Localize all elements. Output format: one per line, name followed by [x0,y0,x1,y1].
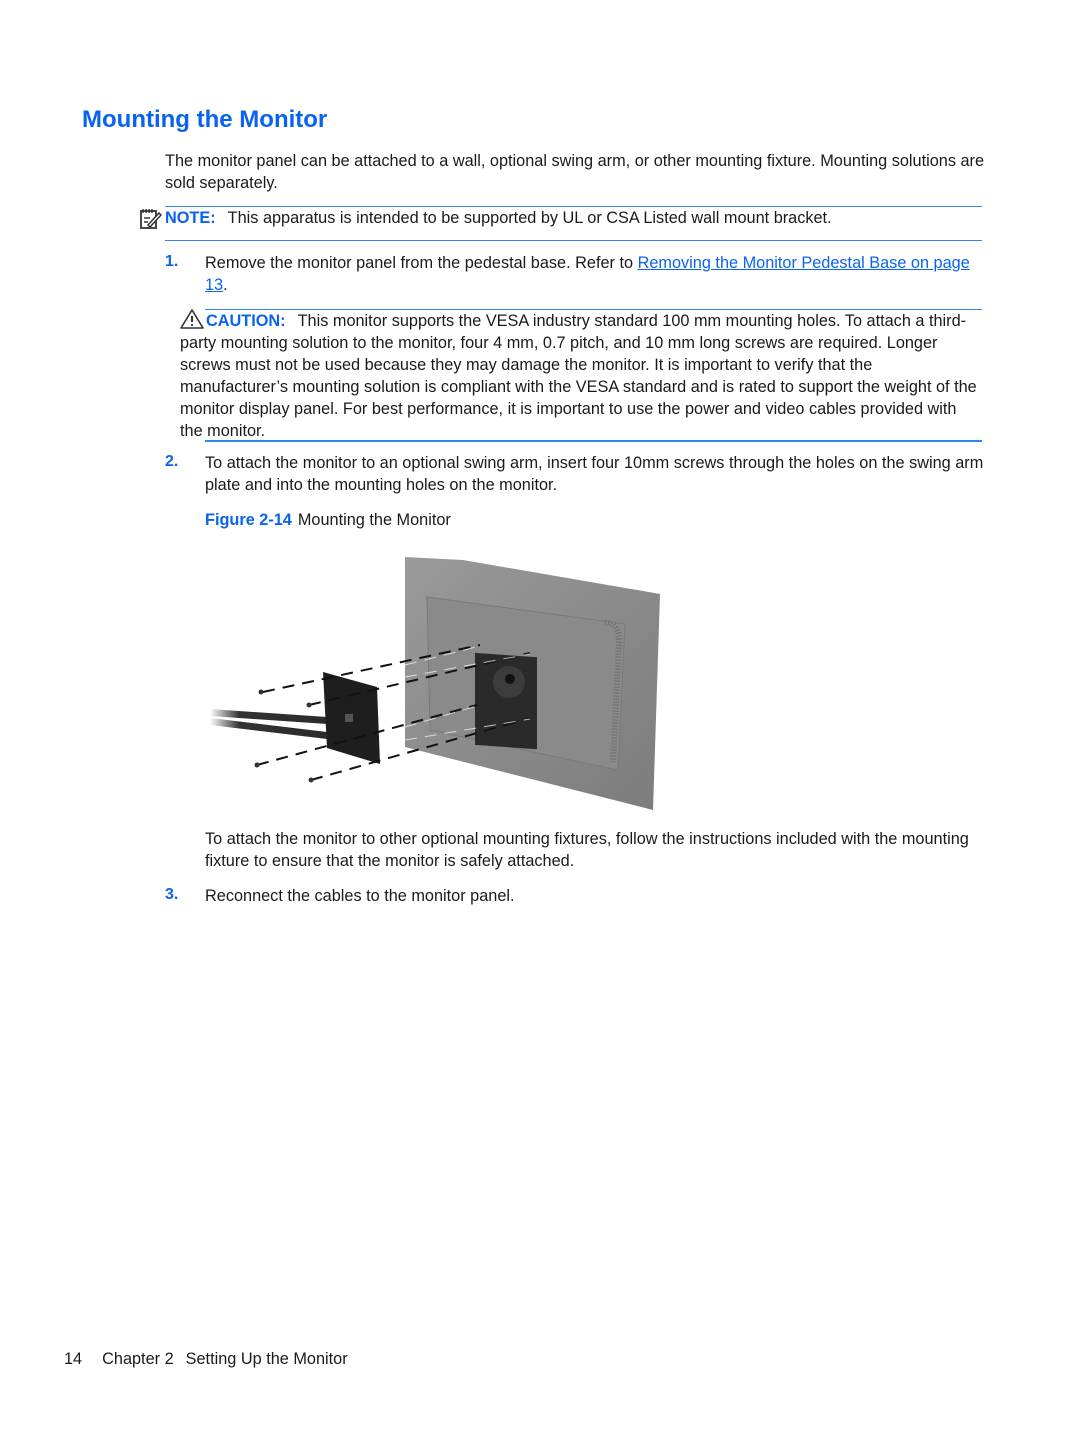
page-footer: 14 Chapter 2 Setting Up the Monitor [64,1348,348,1370]
caution-bottom-rule [205,440,982,442]
intro-paragraph: The monitor panel can be attached to a w… [165,152,985,192]
step-1-text-after: . [223,276,228,294]
caution-block: CAUTION: This monitor supports the VESA i… [180,309,982,442]
note-block: NOTE: This apparatus is intended to be su… [138,206,988,230]
caution-label: CAUTION: [206,312,286,330]
figure-caption-text: Mounting the Monitor [297,511,451,529]
screw-2 [306,702,312,708]
figure-label: Figure 2-14 [205,511,292,529]
screw-1 [258,689,264,695]
step-2-text: To attach the monitor to an optional swi… [205,454,984,494]
screw-4 [308,777,314,783]
step-1-text-before: Remove the monitor panel from the pedest… [205,254,638,272]
footer-chapter-title: Setting Up the Monitor [185,1350,348,1368]
step-3-number: 3. [165,886,179,903]
caution-text: This monitor supports the VESA industry … [180,312,977,440]
mounting-figure [205,552,675,817]
step-1-text: Remove the monitor panel from the pedest… [205,252,985,296]
after-figure-paragraph: To attach the monitor to other optional … [205,830,969,870]
footer-chapter: Chapter 2 [102,1350,174,1368]
note-bottom-rule [165,240,982,241]
warning-triangle-icon [180,309,204,329]
figure-caption: Figure 2-14 Mounting the Monitor [205,509,451,531]
step-1-number: 1. [165,253,179,270]
note-pencil-icon [138,206,163,230]
note-text: This apparatus is intended to be support… [227,209,832,227]
mounting-illustration [210,557,660,810]
page-title: Mounting the Monitor [82,106,328,133]
step-2-number: 2. [165,453,179,470]
page-number: 14 [64,1350,83,1368]
step-3-text: Reconnect the cables to the monitor pane… [205,887,515,905]
screw-3 [254,762,260,768]
note-label: NOTE: [165,209,216,227]
